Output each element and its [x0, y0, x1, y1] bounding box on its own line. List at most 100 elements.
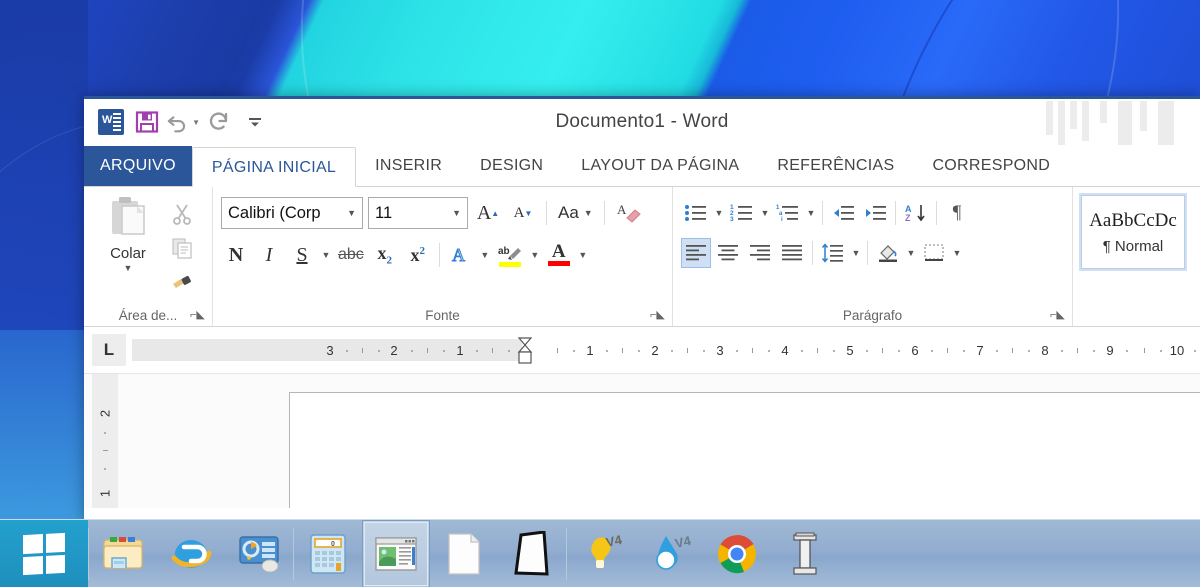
- title-bar: W ▼: [84, 99, 1200, 145]
- grow-font-icon[interactable]: A▲: [473, 197, 503, 229]
- taskbar-items[interactable]: 0: [89, 520, 839, 587]
- shading-dropdown-caret[interactable]: ▼: [905, 248, 917, 258]
- document-area[interactable]: 2 1: [84, 373, 1200, 508]
- borders-icon[interactable]: [919, 238, 949, 268]
- clipboard-label-text: Área de...: [119, 308, 178, 323]
- tab-referencias[interactable]: REFERÊNCIAS: [758, 146, 913, 186]
- highlight-dropdown-caret[interactable]: ▼: [529, 250, 541, 260]
- ribbon-tabs[interactable]: ARQUIVO PÁGINA INICIAL INSERIR DESIGN LA…: [84, 145, 1200, 187]
- tab-inserir[interactable]: INSERIR: [356, 146, 461, 186]
- horizontal-ruler[interactable]: 3 2 1 1 2 3 4 5: [132, 339, 1200, 361]
- tab-design[interactable]: DESIGN: [461, 146, 562, 186]
- tab-stop-selector[interactable]: L: [92, 334, 126, 366]
- font-size-value: 11: [375, 204, 392, 223]
- word-logo-icon[interactable]: W: [94, 105, 128, 139]
- shrink-font-icon[interactable]: A▼: [508, 197, 538, 229]
- shading-icon[interactable]: [873, 238, 903, 268]
- blank-document-icon[interactable]: [430, 520, 498, 587]
- format-painter-icon[interactable]: [166, 267, 198, 297]
- redo-icon[interactable]: [202, 105, 236, 139]
- numbered-list-dropdown-caret[interactable]: ▼: [759, 208, 771, 218]
- tab-pagina-inicial[interactable]: PÁGINA INICIAL: [192, 147, 356, 187]
- internet-explorer-icon[interactable]: [157, 520, 225, 587]
- indent-marker[interactable]: [517, 337, 531, 370]
- font-color-icon[interactable]: A: [544, 239, 574, 271]
- ribbon: Colar ▼: [84, 187, 1200, 327]
- line-spacing-icon[interactable]: [818, 238, 848, 268]
- tab-layout-da-pagina[interactable]: LAYOUT DA PÁGINA: [562, 146, 758, 186]
- text-effects-dropdown-caret[interactable]: ▼: [479, 250, 491, 260]
- white-shape-icon[interactable]: [498, 520, 566, 587]
- style-card-normal[interactable]: AaBbCcDc ¶ Normal: [1081, 195, 1185, 269]
- paste-dropdown-caret[interactable]: ▼: [124, 263, 133, 273]
- font-name-combobox[interactable]: Calibri (Corp ▼: [221, 197, 363, 229]
- sort-icon[interactable]: A Z: [901, 198, 931, 228]
- font-size-combobox[interactable]: 11 ▼: [368, 197, 468, 229]
- svg-text:0: 0: [331, 541, 335, 548]
- word-window: W ▼: [84, 96, 1200, 521]
- multilevel-list-icon[interactable]: 1 a i: [773, 198, 803, 228]
- change-case-icon[interactable]: Aa ▼: [555, 197, 596, 229]
- save-icon[interactable]: [130, 105, 164, 139]
- paste-label: Colar: [110, 245, 146, 262]
- bold-button[interactable]: N: [221, 239, 251, 271]
- align-center-icon[interactable]: [713, 238, 743, 268]
- subscript-button[interactable]: x2: [370, 239, 400, 271]
- document-page[interactable]: [289, 392, 1200, 508]
- svg-text:V4: V4: [605, 532, 623, 550]
- taskbar: 0: [0, 519, 1200, 587]
- line-spacing-dropdown-caret[interactable]: ▼: [850, 248, 862, 258]
- vertical-ruler[interactable]: 2 1: [92, 374, 118, 508]
- justify-icon[interactable]: [777, 238, 807, 268]
- multilevel-list-dropdown-caret[interactable]: ▼: [805, 208, 817, 218]
- control-panel-icon[interactable]: [225, 520, 293, 587]
- font-color-dropdown-caret[interactable]: ▼: [577, 250, 589, 260]
- font-size-caret[interactable]: ▼: [446, 208, 461, 218]
- ruler-tick-right-2: 2: [648, 339, 662, 361]
- change-case-label: Aa: [558, 203, 579, 223]
- underline-button[interactable]: S: [287, 239, 317, 271]
- tab-correspondencias[interactable]: CORRESPOND: [913, 146, 1069, 186]
- svg-text:3: 3: [730, 216, 734, 223]
- undo-icon[interactable]: ▼: [166, 105, 200, 139]
- numbered-list-icon[interactable]: 1 2 3: [727, 198, 757, 228]
- show-formatting-marks-icon[interactable]: ¶: [942, 198, 972, 228]
- start-button[interactable]: [0, 520, 88, 587]
- font-name-caret[interactable]: ▼: [341, 208, 356, 218]
- decrease-indent-icon[interactable]: [828, 198, 858, 228]
- presentation-window-icon[interactable]: [362, 520, 430, 587]
- font-name-value: Calibri (Corp: [228, 204, 321, 223]
- font-dialog-launcher[interactable]: ⌐◣: [650, 310, 662, 322]
- align-left-icon[interactable]: [681, 238, 711, 268]
- clear-formatting-icon[interactable]: A: [613, 197, 645, 229]
- borders-dropdown-caret[interactable]: ▼: [951, 248, 963, 258]
- quick-access-toolbar[interactable]: W ▼: [84, 105, 272, 139]
- strikethrough-button[interactable]: abc: [335, 239, 367, 271]
- yellow-bulb-v4-icon[interactable]: V4: [567, 520, 635, 587]
- tab-arquivo[interactable]: ARQUIVO: [84, 146, 192, 186]
- calculator-icon[interactable]: 0: [294, 520, 362, 587]
- ruler-tick-left-2: 2: [387, 339, 401, 361]
- clipboard-dialog-launcher[interactable]: ⌐◣: [190, 310, 202, 322]
- file-explorer-icon[interactable]: [89, 520, 157, 587]
- column-icon[interactable]: [771, 520, 839, 587]
- italic-button[interactable]: I: [254, 239, 284, 271]
- underline-dropdown-caret[interactable]: ▼: [320, 250, 332, 260]
- ruler-tick-right-3: 3: [713, 339, 727, 361]
- blue-drop-v4-icon[interactable]: V4: [635, 520, 703, 587]
- cut-icon[interactable]: [166, 199, 198, 229]
- bullet-list-dropdown-caret[interactable]: ▼: [713, 208, 725, 218]
- superscript-button[interactable]: x2: [403, 239, 433, 271]
- customize-qat-icon[interactable]: [238, 105, 272, 139]
- copy-icon[interactable]: [166, 233, 198, 263]
- bullet-list-icon[interactable]: [681, 198, 711, 228]
- paragraph-label-text: Parágrafo: [843, 308, 902, 323]
- paragraph-dialog-launcher[interactable]: ⌐◣: [1050, 310, 1062, 322]
- increase-indent-icon[interactable]: [860, 198, 890, 228]
- google-chrome-icon[interactable]: [703, 520, 771, 587]
- title-bar-decoration: [1040, 99, 1200, 145]
- align-right-icon[interactable]: [745, 238, 775, 268]
- text-effects-icon[interactable]: A: [446, 239, 476, 271]
- text-highlight-icon[interactable]: ab: [494, 239, 526, 271]
- paste-button[interactable]: Colar ▼: [92, 195, 164, 297]
